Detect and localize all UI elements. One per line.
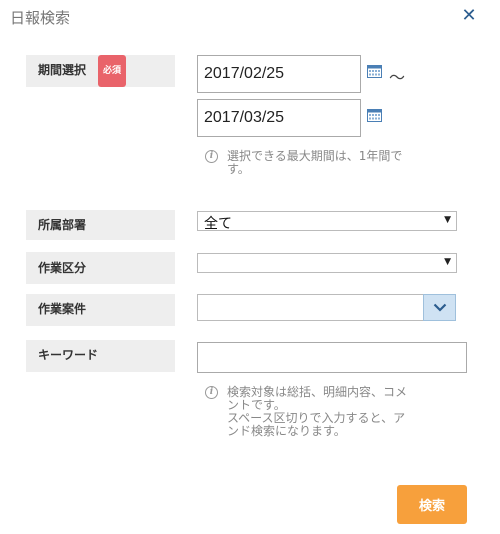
required-badge: 必須 [98,55,127,87]
work-category-select[interactable]: ▼ [197,253,457,273]
info-icon: i [205,386,218,399]
dialog-title: 日報検索 [10,9,71,27]
work-project-label: 作業案件 [26,294,175,326]
department-select[interactable]: 全て ▼ [197,211,457,232]
close-icon[interactable]: ✕ [459,6,479,26]
chevron-down-icon [433,303,447,312]
period-label: 期間選択 必須 [26,55,175,87]
work-category-label: 作業区分 [26,252,175,284]
combobox-toggle-button[interactable] [423,294,456,321]
period-info-text: 選択できる最大期間は、1年間で す。 [227,149,403,176]
work-project-combobox[interactable] [197,294,456,321]
start-date-input[interactable]: 2017/02/25 [197,55,361,93]
period-label-text: 期間選択 [38,63,87,77]
info-icon: i [205,150,218,163]
department-selected: 全て [204,216,232,232]
dropdown-arrow-icon: ▼ [444,215,451,225]
dropdown-arrow-icon: ▼ [444,257,451,267]
search-button[interactable]: 検索 [397,485,467,524]
calendar-icon[interactable] [367,65,382,78]
keyword-label: キーワード [26,340,175,372]
department-label: 所属部署 [26,210,175,240]
date-range-separator: ～ [389,68,406,87]
calendar-icon[interactable] [367,109,382,122]
keyword-info-text: 検索対象は総括、明細内容、コメ ントです。 スペース区切りで入力すると、ア ンド… [227,385,408,438]
end-date-input[interactable]: 2017/03/25 [197,99,361,137]
keyword-input[interactable] [197,342,467,373]
